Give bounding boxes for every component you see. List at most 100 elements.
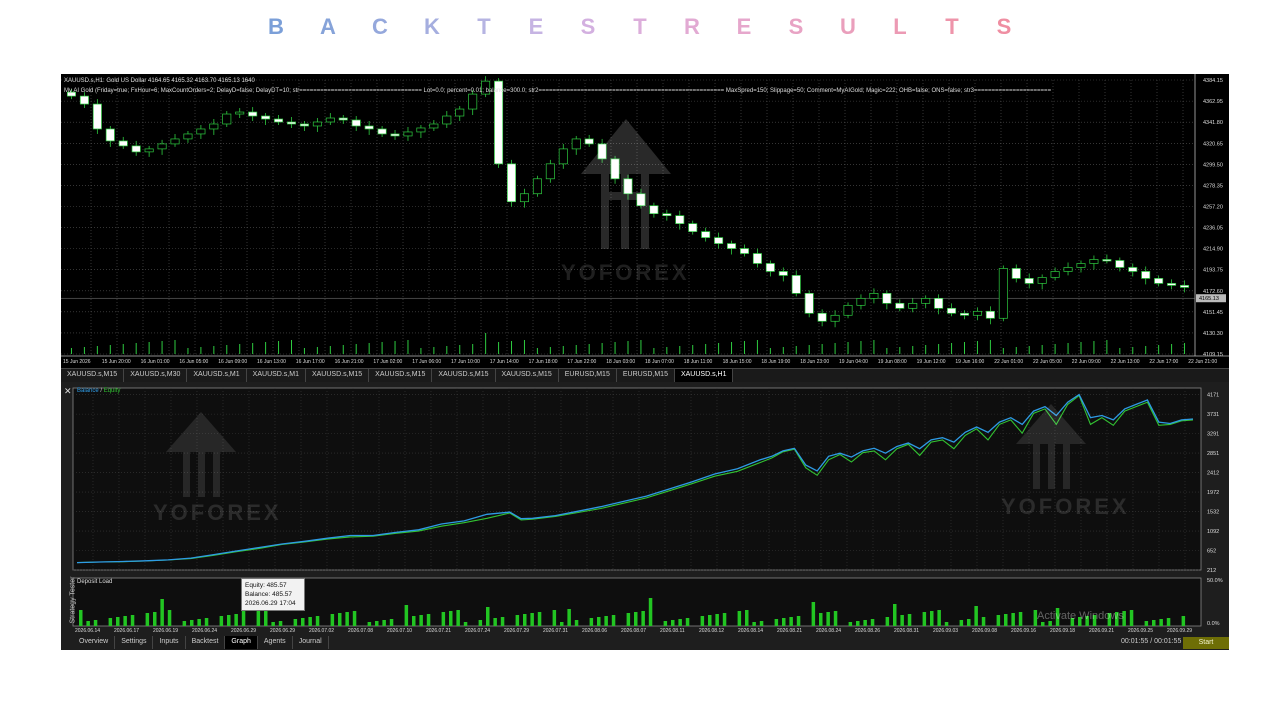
title-letter: B [268, 14, 284, 39]
price-axis-label: 4172.60 [1203, 289, 1223, 295]
time-axis-label: 16 Jun 05:00 [179, 359, 208, 365]
tester-tab[interactable]: Journal [293, 636, 329, 649]
graph-x-label: 2026.08.06 [582, 628, 607, 634]
title-letter: S [788, 14, 804, 39]
graph-x-label: 2026.09.03 [933, 628, 958, 634]
graph-y-label: 652 [1207, 549, 1216, 555]
tester-tab[interactable]: Overview [73, 636, 116, 649]
deposit-load-bar [981, 617, 986, 626]
deposit-load-bar [523, 614, 527, 626]
deposit-load-bar [604, 616, 608, 626]
start-button[interactable]: Start [1183, 637, 1229, 649]
deposit-load-bar [493, 618, 497, 626]
graph-x-label: 2026.08.26 [855, 628, 880, 634]
tester-tab[interactable]: Inputs [153, 636, 186, 649]
candle-body [960, 312, 969, 316]
graph-x-label: 2026.07.31 [543, 628, 568, 634]
deposit-load-bar [819, 613, 823, 626]
time-axis-label: 22 Jun 05:00 [1033, 359, 1062, 365]
deposit-load-bar [315, 616, 320, 626]
symbol-tab[interactable]: XAUUSD.s,M15 [432, 369, 496, 383]
deposit-load-bar [367, 622, 372, 626]
symbol-tab[interactable]: EURUSD,M15 [559, 369, 617, 383]
legend-balance: Balance [77, 388, 99, 394]
graph-y-label: 3291 [1207, 432, 1219, 438]
price-chart-svg: 4384.15 4362.95 4341.80 4320.65 4299.50 4278.… [61, 74, 1229, 365]
graph-watermark-right: YOFOREX [1001, 494, 1130, 519]
time-axis-label: 19 Jun 08:00 [878, 359, 907, 365]
graph-x-label: 2026.07.08 [348, 628, 373, 634]
symbol-tab[interactable]: XAUUSD.s,M15 [496, 369, 559, 383]
tester-tab[interactable]: Settings [115, 636, 154, 649]
symbol-tab[interactable]: XAUUSD.s,M15 [61, 369, 125, 383]
tooltip-equity: Equity: 485.57 [245, 582, 287, 589]
graph-y-label: 1532 [1207, 510, 1219, 516]
deposit-load-bar [752, 622, 756, 626]
deposit-load-bar [1181, 616, 1186, 626]
symbol-tab[interactable]: XAUUSD.s,M1 [187, 369, 247, 383]
graph-x-label: 2026.09.08 [972, 628, 997, 634]
deposit-load-bar [486, 607, 490, 626]
price-axis-label: 4278.35 [1203, 183, 1223, 189]
symbol-tab[interactable]: XAUUSD.s,M1 [247, 369, 306, 383]
deposit-load-bar [1129, 610, 1134, 626]
candle-body [248, 111, 258, 117]
deposit-load-bar [256, 611, 261, 626]
deposit-load-bar [116, 617, 120, 626]
time-axis-label: 22 Jun 13:00 [1111, 359, 1140, 365]
price-axis-label: 4362.95 [1203, 99, 1223, 105]
deposit-load-bar [130, 615, 135, 626]
deposit-load-bar [1041, 622, 1045, 626]
candle-body [455, 108, 465, 117]
symbol-tab[interactable]: XAUUSD.s,M30 [124, 369, 188, 383]
candle-body [1115, 260, 1125, 268]
candle-body [390, 133, 400, 137]
candle-body [882, 293, 892, 304]
deposit-load-bar [389, 619, 394, 626]
deposit-load-bar [463, 622, 468, 626]
deposit-load-bar [560, 622, 564, 626]
tooltip-balance: Balance: 485.57 [245, 591, 292, 598]
candle-body [312, 121, 322, 127]
deposit-load-bar [1011, 613, 1015, 626]
graph-x-label: 2026.07.02 [309, 628, 334, 634]
symbol-tab[interactable]: EURUSD,M15 [617, 369, 675, 383]
strategy-tester-panel: 4171 3731 3291 2851 2412 1972 1532 1092 652 212 50… [61, 382, 1229, 650]
candle-body [118, 140, 128, 147]
graph-area[interactable] [72, 387, 1202, 571]
candle-body [934, 298, 944, 309]
close-icon[interactable]: ✕ [64, 386, 72, 397]
candle-body [1154, 278, 1164, 284]
deposit-load-bar [796, 616, 801, 626]
price-chart[interactable]: 4384.15 4362.95 4341.80 4320.65 4299.50 4278.… [61, 74, 1229, 368]
deposit-load-bar [1152, 620, 1156, 626]
symbol-tab[interactable]: XAUUSD.s,H1 [674, 369, 734, 383]
legend-equity: Equity [103, 388, 121, 394]
candle-body [338, 117, 348, 121]
price-axis-label: 4151.45 [1203, 310, 1223, 316]
symbol-tab[interactable]: XAUUSD.s,M15 [369, 369, 433, 383]
candle-body [985, 310, 995, 319]
candle-body [714, 237, 724, 244]
symbol-tab[interactable]: XAUUSD.s,M15 [306, 369, 370, 383]
title-letter: C [372, 14, 388, 39]
deposit-load-bar [893, 604, 897, 626]
deposit-load-bar [500, 617, 505, 626]
time-axis-label: 16 Jun 21:00 [335, 359, 364, 365]
tester-tab[interactable]: Backtest [186, 636, 226, 649]
deposit-load-bar [634, 612, 638, 626]
candle-body [804, 293, 814, 314]
candle-body [196, 128, 206, 135]
tester-tab[interactable]: Graph [225, 636, 258, 649]
deposit-load-label: Deposit Load [77, 579, 113, 585]
candle-body [79, 95, 89, 105]
candle-body [1167, 283, 1177, 286]
deposit-load-bar [1004, 614, 1008, 626]
graph-legend: Balance / Equity [77, 388, 120, 394]
deposit-load-bar [160, 599, 164, 626]
price-axis-label: 4109.15 [1203, 352, 1223, 358]
deposit-load-bar [449, 611, 453, 626]
candle-body [571, 138, 581, 150]
tester-tab[interactable]: Agents [258, 636, 293, 649]
deposit-load-bar [648, 598, 653, 626]
